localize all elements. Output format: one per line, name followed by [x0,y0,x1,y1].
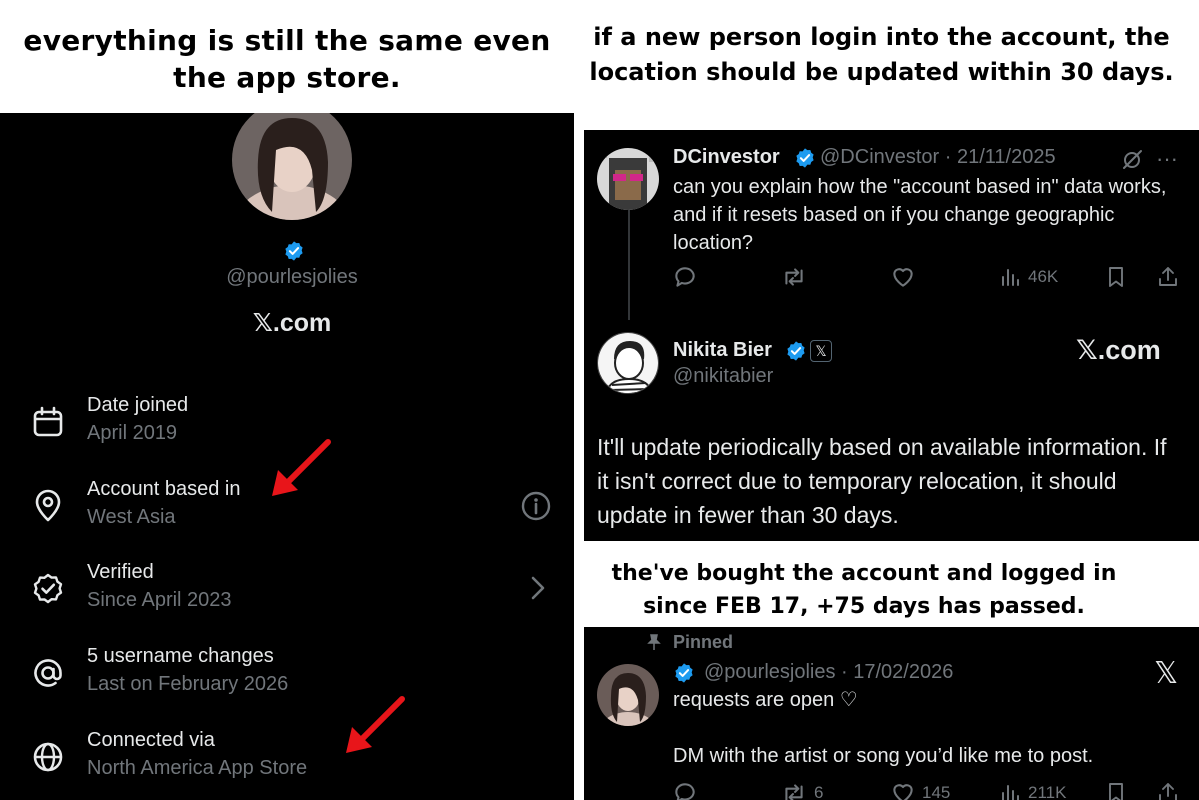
reply-icon [675,267,695,287]
pin-icon [647,634,661,650]
location-pin-icon [35,489,61,522]
row-label: Account based in [87,478,241,500]
views-icon [1002,269,1019,286]
chevron-right-icon[interactable] [526,574,550,602]
right-caption-top: if a new person login into the account, … [584,0,1199,130]
nikita-avatar[interactable] [597,332,659,394]
tweet2-name[interactable]: Nikita Bier [673,339,772,362]
site-label: 𝕏.com [1076,335,1161,365]
red-arrow-icon [346,696,405,753]
right-caption-top-text: if a new person login into the account, … [589,23,1174,86]
share-button[interactable] [1156,264,1180,290]
views-icon [1002,785,1019,800]
share-icon [1159,267,1177,286]
row-value: North America App Store [87,757,308,779]
row-verified[interactable]: Verified Since April 2023 [0,561,574,621]
tweet2-handle: @nikitabier [673,365,774,387]
bookmark-icon [1109,783,1123,800]
tweet3-line1: requests are open ♡ [673,689,858,711]
tweet1-actions: 46K [672,264,1182,294]
views-count: 46K [1028,267,1059,286]
row-value: Since April 2023 [87,589,232,611]
pourlesjolies-avatar[interactable] [597,664,659,726]
row-connected-via: Connected via North America App Store [0,729,574,789]
x-logo-icon[interactable]: 𝕏 [1154,656,1178,691]
thread-line [628,208,630,320]
row-label: Date joined [87,394,189,416]
views-button[interactable]: 211K [998,780,1066,800]
like-count: 145 [922,783,951,800]
row-value: West Asia [87,506,176,528]
profile-handle: @pourlesjolies [226,266,358,288]
left-panel: @pourlesjolies 𝕏.com Date joined April 2… [0,0,574,800]
verified-badge-icon [796,148,814,168]
row-value: April 2019 [87,422,178,444]
bookmark-button[interactable] [1104,780,1128,800]
share-button[interactable] [1156,780,1180,800]
tweet1-text: can you explain how the "account based i… [673,176,1167,254]
verified-badge-icon [675,663,693,683]
left-caption-text: everything is still the same even the ap… [23,24,551,94]
x-affiliate-badge: 𝕏 [810,340,832,362]
red-arrow-icon [272,439,331,496]
repost-icon [785,784,803,800]
tweet3-handle-date: @pourlesjolies · 17/02/2026 [704,661,954,683]
bookmark-button[interactable] [1104,264,1128,290]
verified-badge-icon [787,341,805,361]
repost-button[interactable] [780,264,808,290]
tweet2-text: It'll update periodically based on avail… [597,434,1167,528]
tweet3-line2: DM with the artist or song you’d like me… [673,745,1094,767]
at-sign-icon [34,659,62,687]
tweet1-handle-date: @DCinvestor · 21/11/2025 [820,146,1056,168]
like-button[interactable] [890,264,916,290]
info-icon[interactable] [520,490,552,522]
verified-outline-icon [33,573,63,604]
reply-icon [675,783,695,800]
row-label: 5 username changes [87,645,274,667]
left-caption: everything is still the same even the ap… [0,0,574,113]
row-label: Connected via [87,729,215,751]
views-count: 211K [1028,783,1067,800]
calendar-icon [33,406,63,437]
pinned-label: Pinned [673,632,734,652]
repost-button[interactable]: 6 [780,780,823,800]
row-value: Last on February 2026 [87,673,289,695]
reply-button[interactable] [672,780,698,800]
row-label: Verified [87,561,154,583]
tweet3-actions: 6 145 211K [672,780,1182,800]
like-button[interactable]: 145 [890,780,950,800]
right-panel: if a new person login into the account, … [584,0,1199,800]
grok-icon[interactable] [1120,148,1144,172]
views-button[interactable]: 46K [998,264,1058,290]
reply-button[interactable] [672,264,698,290]
tweet1-name[interactable]: DCinvestor [673,146,780,169]
row-username-changes: 5 username changes Last on February 2026 [0,645,574,705]
right-caption-mid-text: the've bought the account and logged in … [611,561,1117,619]
site-label: 𝕏.com [252,309,332,337]
more-icon[interactable]: ··· [1156,146,1178,172]
repost-icon [785,268,803,286]
bookmark-icon [1109,267,1123,287]
profile-avatar[interactable] [232,100,352,220]
share-icon [1159,783,1177,800]
heart-icon [893,268,913,287]
dcinvestor-avatar[interactable] [597,148,659,210]
repost-count: 6 [814,783,824,800]
verified-badge-icon [285,241,303,261]
globe-icon [33,742,63,772]
heart-icon [893,784,913,800]
right-caption-mid: the've bought the account and logged in … [584,541,1199,627]
